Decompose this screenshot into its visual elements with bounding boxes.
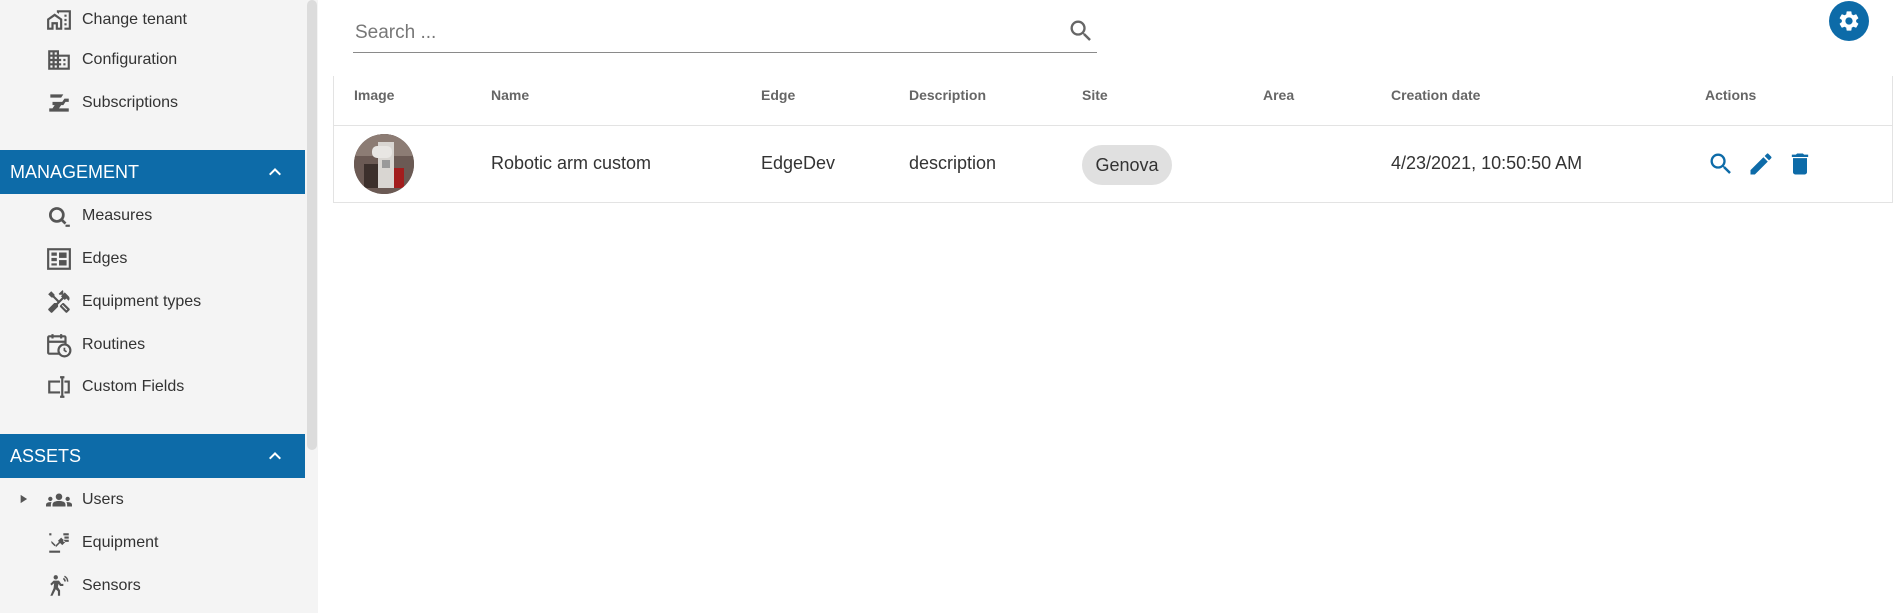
column-header-image[interactable]: Image <box>354 87 394 103</box>
column-header-description[interactable]: Description <box>909 87 986 103</box>
edges-icon <box>44 245 74 273</box>
sidebar-item-label: Measures <box>82 207 153 224</box>
chevron-up-icon <box>269 168 281 176</box>
equipment-icon <box>44 529 74 557</box>
chevron-up-icon <box>269 452 281 460</box>
sidebar-item-label: Subscriptions <box>82 94 179 111</box>
sidebar-item-label: Custom Fields <box>82 378 185 395</box>
configuration-icon <box>44 46 74 74</box>
column-header-name[interactable]: Name <box>491 87 529 103</box>
sidebar-item-label: Routines <box>82 336 146 353</box>
sidebar-item-label: Sensors <box>82 577 141 594</box>
sidebar-item-custom-fields[interactable]: Custom Fields <box>44 367 184 407</box>
sidebar-item-edges[interactable]: Edges <box>44 239 127 279</box>
settings-button[interactable] <box>1829 1 1869 41</box>
column-header-actions: Actions <box>1705 87 1757 103</box>
column-header-area[interactable]: Area <box>1263 87 1294 103</box>
delete-icon[interactable] <box>1786 150 1814 178</box>
sidebar-item-label: Change tenant <box>82 11 187 28</box>
measures-icon <box>44 202 74 230</box>
cell-creation-date: 4/23/2021, 10:50:50 AM <box>1391 153 1583 173</box>
sidebar-item-sensors[interactable]: Sensors <box>44 566 141 606</box>
users-icon <box>44 486 74 514</box>
routines-icon <box>44 331 74 359</box>
search-input[interactable] <box>353 18 1057 48</box>
sidebar-item-subscriptions[interactable]: Subscriptions <box>44 83 178 123</box>
sidebar-item-measures[interactable]: Measures <box>44 196 152 236</box>
edit-icon[interactable] <box>1747 150 1775 178</box>
sidebar-item-equipment[interactable]: Equipment <box>44 523 159 563</box>
equipment-image <box>354 134 414 194</box>
sidebar-item-label: Equipment types <box>82 293 202 310</box>
sidebar-item-change-tenant[interactable]: Change tenant <box>44 0 187 40</box>
column-header-edge[interactable]: Edge <box>761 87 795 103</box>
change-tenant-icon <box>44 6 74 34</box>
column-header-creation-date[interactable]: Creation date <box>1391 87 1480 103</box>
cell-description: description <box>909 153 997 173</box>
sidebar-item-label: Equipment <box>82 534 159 551</box>
expand-caret-icon[interactable] <box>16 492 30 506</box>
site-chip: Genova <box>1082 145 1172 185</box>
gear-icon <box>1839 11 1859 31</box>
management-section-title: MANAGEMENT <box>10 161 140 182</box>
cell-edge: EdgeDev <box>761 153 836 173</box>
sidebar-item-label: Configuration <box>82 51 178 68</box>
sidebar-item-routines[interactable]: Routines <box>44 325 145 365</box>
subscriptions-icon <box>44 89 74 117</box>
equipment-types-icon <box>44 288 74 316</box>
sidebar-item-label: Users <box>82 491 124 508</box>
custom-fields-icon <box>44 373 74 401</box>
search-icon[interactable] <box>1067 17 1095 45</box>
sidebar-item-configuration[interactable]: Configuration <box>44 40 177 80</box>
sidebar: Change tenant Configuration Subscription… <box>0 0 318 613</box>
sidebar-item-equipment-types[interactable]: Equipment types <box>44 282 201 322</box>
header-divider <box>333 125 1893 126</box>
sidebar-item-users[interactable]: Users <box>44 480 124 520</box>
cell-name: Robotic arm custom <box>491 153 652 173</box>
sidebar-scrollbar[interactable] <box>307 0 317 450</box>
management-section-header[interactable]: MANAGEMENT <box>0 150 305 194</box>
assets-section-title: ASSETS <box>10 445 82 466</box>
column-header-site[interactable]: Site <box>1082 87 1108 103</box>
sensors-icon <box>44 572 74 600</box>
search-field <box>353 12 1097 53</box>
sidebar-item-label: Edges <box>82 250 128 267</box>
view-icon[interactable] <box>1707 150 1735 178</box>
assets-section-header[interactable]: ASSETS <box>0 434 305 478</box>
